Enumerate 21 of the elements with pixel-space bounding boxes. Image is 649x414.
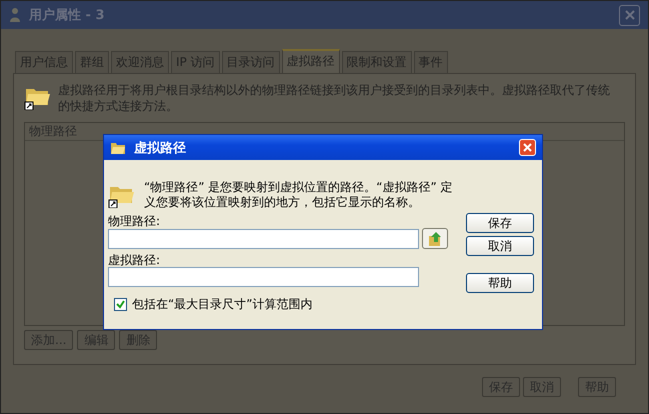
- field-label: 虚拟路径:: [108, 253, 162, 267]
- input-field[interactable]: [108, 267, 419, 287]
- close-icon: [624, 10, 634, 20]
- checkbox-label: 包括在“最大目录尺寸”计算范围内: [132, 296, 312, 313]
- window-title: 用户属性 - 3: [29, 6, 106, 24]
- close-icon: [523, 143, 532, 152]
- dialog-button[interactable]: 帮助: [466, 273, 534, 293]
- close-button[interactable]: [619, 4, 640, 26]
- description-text: 虚拟路径用于将用户根目录结构以外的物理路径链接到该用户接受到的目录列表中。虚拟路径取代了传统的快捷方式连接方法。: [58, 82, 610, 114]
- tab[interactable]: 虚拟路径: [282, 49, 340, 73]
- dialog-button[interactable]: 保存: [466, 213, 534, 233]
- folder-icon: [110, 140, 126, 154]
- browse-button[interactable]: [422, 228, 448, 249]
- field-label: 物理路径:: [108, 214, 162, 228]
- folder-arrow-icon: [428, 230, 442, 246]
- dialog-description: “物理路径” 是您要映射到虚拟位置的路径。“虚拟路径” 定义您要将该位置映射到的地方，包括它显示的名称。: [144, 180, 454, 210]
- checkbox[interactable]: [114, 298, 127, 311]
- user-icon: [9, 7, 21, 23]
- dialog-title: 虚拟路径: [134, 140, 187, 156]
- input-field[interactable]: [108, 228, 419, 248]
- dialog-button[interactable]: 取消: [466, 236, 534, 256]
